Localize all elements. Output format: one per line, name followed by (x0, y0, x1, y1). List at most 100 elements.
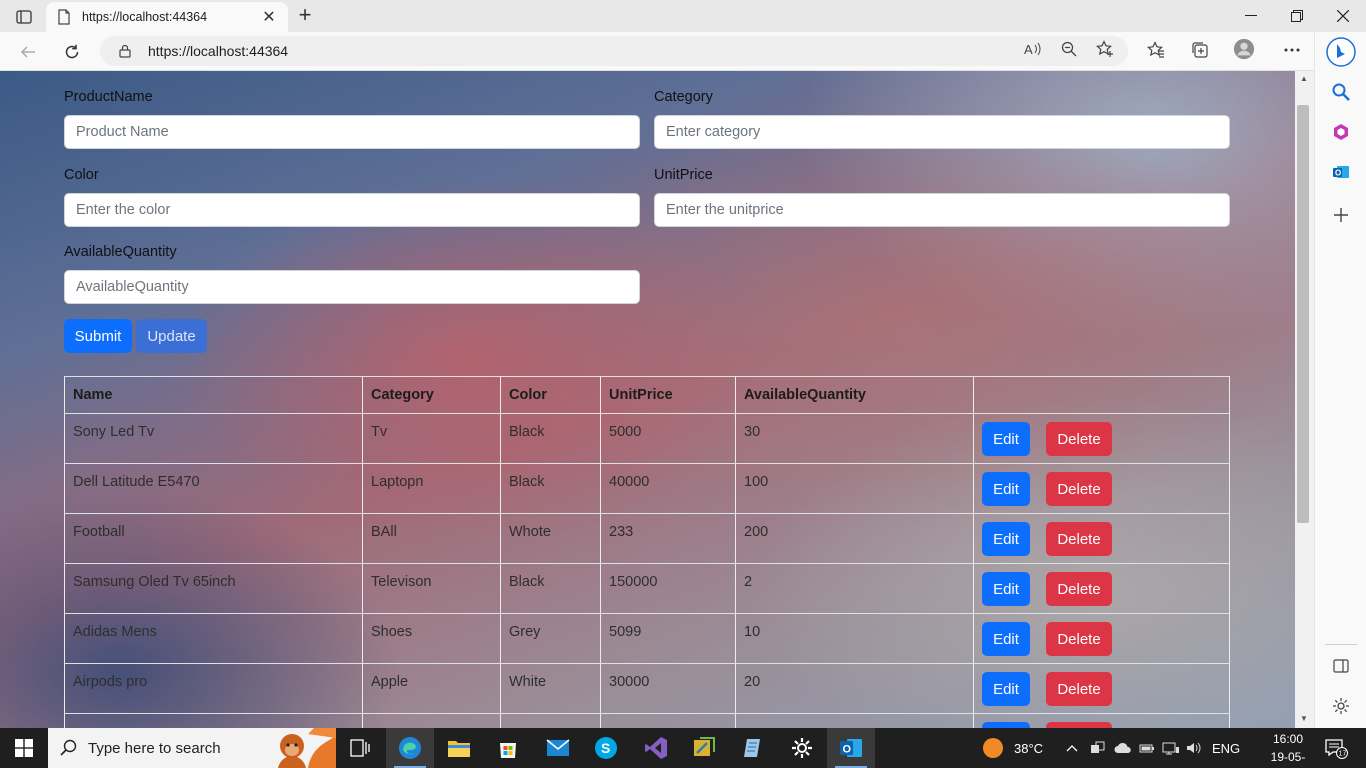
tab-actions-icon[interactable] (10, 6, 38, 28)
file-explorer-icon[interactable] (435, 728, 483, 768)
edit-button[interactable]: Edit (982, 672, 1030, 706)
product-name-label: ProductName (64, 89, 153, 105)
edit-button[interactable]: Edit (982, 522, 1030, 556)
category-input[interactable] (654, 115, 1230, 149)
task-view-icon[interactable] (336, 728, 384, 768)
cell-quantity: 20 (735, 663, 974, 714)
search-icon[interactable] (1329, 80, 1353, 104)
cell-name: Sony Led Tv (64, 413, 363, 464)
notepad-icon[interactable] (729, 728, 777, 768)
cell-quantity: 2 (735, 563, 974, 614)
header-unitprice: UnitPrice (600, 376, 736, 414)
taskbar-search[interactable]: Type here to search (48, 728, 336, 768)
minimize-icon[interactable] (1228, 0, 1274, 32)
cell-actions: Edit Delete (973, 563, 1230, 614)
add-sidebar-app-icon[interactable] (1329, 203, 1353, 227)
quantity-label: AvailableQuantity (64, 244, 177, 260)
cell-actions: Edit Delete (973, 663, 1230, 714)
edit-button[interactable]: Edit (982, 622, 1030, 656)
cell-color: Black (500, 463, 601, 514)
quantity-input[interactable] (64, 270, 640, 304)
read-aloud-icon[interactable]: A (1023, 39, 1043, 59)
network-device-icon[interactable] (1090, 728, 1106, 768)
cell-category: Apple (362, 663, 501, 714)
product-name-input[interactable] (64, 115, 640, 149)
update-button[interactable]: Update (136, 319, 207, 353)
table-row: Airpods pro Apple White 30000 20 Edit Del… (64, 663, 1230, 714)
refresh-icon[interactable] (58, 38, 86, 66)
cell-unitprice: 5000 (600, 413, 736, 464)
restore-icon[interactable] (1274, 0, 1320, 32)
settings-taskbar-icon[interactable] (778, 728, 826, 768)
lock-icon[interactable] (118, 44, 132, 58)
wifi-icon[interactable] (1162, 728, 1180, 768)
visual-studio-icon[interactable] (632, 728, 680, 768)
edge-taskbar-icon[interactable] (386, 728, 434, 768)
zoom-out-icon[interactable] (1059, 39, 1079, 59)
edit-button[interactable]: Edit (982, 572, 1030, 606)
volume-icon[interactable] (1186, 728, 1202, 768)
show-hidden-icons-icon[interactable] (1066, 728, 1078, 768)
settings-icon[interactable] (1329, 694, 1353, 718)
outlook-taskbar-icon[interactable]: O (827, 728, 875, 768)
cell-unitprice: 40000 (600, 463, 736, 514)
battery-icon[interactable] (1139, 728, 1155, 768)
unitprice-label: UnitPrice (654, 167, 713, 183)
cell-actions: Edit Delete (973, 413, 1230, 464)
favorites-icon[interactable] (1145, 39, 1167, 61)
sql-server-icon[interactable] (680, 728, 728, 768)
submit-button[interactable]: Submit (64, 319, 132, 353)
bing-chat-icon[interactable] (1325, 36, 1357, 68)
header-color: Color (500, 376, 601, 414)
delete-button[interactable]: Delete (1046, 422, 1112, 456)
close-window-icon[interactable] (1320, 0, 1366, 32)
language-indicator[interactable]: ENG (1212, 728, 1240, 768)
cell-unitprice (600, 713, 736, 728)
delete-button[interactable]: Delete (1046, 622, 1112, 656)
svg-text:S: S (601, 740, 610, 756)
scroll-down-icon[interactable]: ▼ (1299, 714, 1309, 724)
back-icon[interactable] (14, 38, 42, 66)
address-bar[interactable]: https://localhost:44364 (100, 36, 1128, 66)
cell-category: Laptopn (362, 463, 501, 514)
weather-widget[interactable]: 38°C (982, 728, 1043, 768)
svg-text:O: O (1335, 169, 1341, 178)
edit-button[interactable]: Edit (982, 472, 1030, 506)
cell-name (64, 713, 363, 728)
office-icon[interactable] (1329, 120, 1353, 144)
color-input[interactable] (64, 193, 640, 227)
profile-avatar-icon[interactable] (1233, 38, 1255, 60)
microsoft-store-icon[interactable] (484, 728, 532, 768)
delete-button[interactable]: Delete (1046, 572, 1112, 606)
delete-button[interactable]: Delete (1046, 672, 1112, 706)
edit-button[interactable]: Edit (982, 422, 1030, 456)
sidebar-divider (1325, 644, 1357, 645)
cell-name: Football (64, 513, 363, 564)
taskbar-clock[interactable]: 16:00 19-05-2023 (1262, 730, 1314, 768)
scrollbar-thumb[interactable] (1297, 105, 1309, 523)
onedrive-icon[interactable] (1114, 728, 1132, 768)
delete-button[interactable]: Delete (1046, 522, 1112, 556)
scroll-up-icon[interactable]: ▲ (1299, 74, 1309, 84)
windows-start-icon[interactable] (0, 728, 48, 768)
weather-sun-icon (983, 738, 1003, 758)
delete-button[interactable]: Delete (1046, 472, 1112, 506)
page-viewport: ProductName Category Color UnitPrice Ava… (0, 71, 1295, 728)
cell-name: Samsung Oled Tv 65inch (64, 563, 363, 614)
notification-center-icon[interactable]: 17 (1324, 728, 1348, 768)
outlook-icon[interactable]: O (1329, 160, 1353, 184)
url-text[interactable]: https://localhost:44364 (148, 43, 288, 59)
skype-icon[interactable]: S (582, 728, 630, 768)
add-favorite-icon[interactable] (1095, 39, 1115, 59)
tab-title: https://localhost:44364 (82, 10, 208, 24)
header-quantity: AvailableQuantity (735, 376, 974, 414)
mail-icon[interactable] (534, 728, 582, 768)
collections-icon[interactable] (1189, 39, 1211, 61)
hide-sidebar-icon[interactable] (1329, 654, 1353, 678)
browser-tab[interactable]: https://localhost:44364 ✕ (46, 2, 288, 32)
close-tab-icon[interactable]: ✕ (260, 7, 278, 27)
more-options-icon[interactable] (1281, 39, 1303, 61)
unitprice-input[interactable] (654, 193, 1230, 227)
category-label: Category (654, 89, 713, 105)
new-tab-icon[interactable]: + (294, 4, 316, 27)
